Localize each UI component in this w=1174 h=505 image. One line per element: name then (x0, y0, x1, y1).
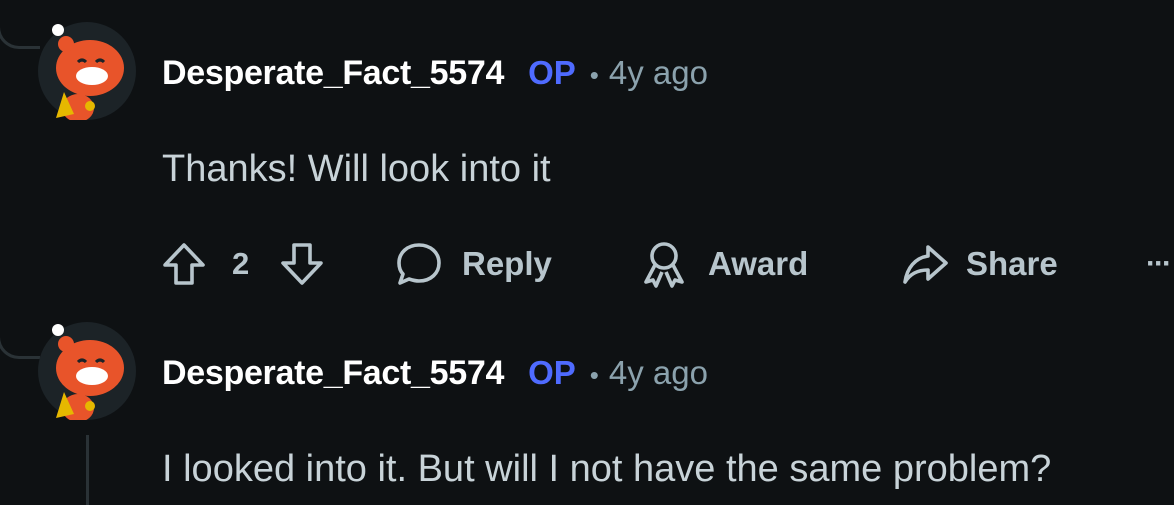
upvote-button[interactable] (160, 236, 208, 292)
timestamp-link[interactable]: 4y ago (609, 54, 708, 92)
username-link[interactable]: Desperate_Fact_5574 (162, 54, 504, 93)
comment-body: I looked into it. But will I not have th… (162, 448, 1052, 490)
award-button[interactable]: Award (638, 236, 808, 292)
share-arrow-icon (903, 245, 948, 284)
op-badge: OP (528, 354, 576, 391)
comment-action-bar: 2 Reply Award Share ··· (160, 236, 1174, 292)
arrow-up-icon (163, 243, 205, 285)
comment-thread: Desperate_Fact_5574 OP • 4y ago Thanks! … (0, 0, 1174, 505)
separator-dot: • (589, 360, 599, 390)
separator-dot: • (589, 60, 599, 90)
share-label: Share (966, 245, 1058, 282)
vote-count: 2 (232, 236, 249, 292)
share-button[interactable]: Share (900, 236, 1058, 292)
ellipsis-icon: ··· (1146, 247, 1172, 280)
comment-header: Desperate_Fact_5574 OP • 4y ago (162, 54, 708, 93)
speech-bubble-icon (397, 243, 441, 285)
award-ribbon-icon (644, 242, 684, 288)
comment-body: Thanks! Will look into it (162, 148, 551, 190)
timestamp-link[interactable]: 4y ago (609, 354, 708, 392)
snoo-avatar-icon (52, 324, 124, 420)
thread-connector (0, 12, 40, 49)
reply-label: Reply (462, 245, 552, 282)
award-label: Award (708, 245, 809, 282)
op-badge: OP (528, 54, 576, 91)
user-avatar[interactable] (38, 22, 136, 120)
reply-button[interactable]: Reply (394, 236, 552, 292)
comment-header: Desperate_Fact_5574 OP • 4y ago (162, 354, 708, 393)
downvote-button[interactable] (278, 236, 326, 292)
arrow-down-icon (281, 243, 323, 285)
username-link[interactable]: Desperate_Fact_5574 (162, 354, 504, 393)
user-avatar[interactable] (38, 322, 136, 420)
snoo-avatar-icon (52, 24, 124, 120)
thread-connector (0, 322, 40, 359)
vote-count-text: 2 (232, 246, 250, 281)
more-options-button[interactable]: ··· (1146, 236, 1172, 292)
thread-line[interactable] (86, 435, 89, 505)
